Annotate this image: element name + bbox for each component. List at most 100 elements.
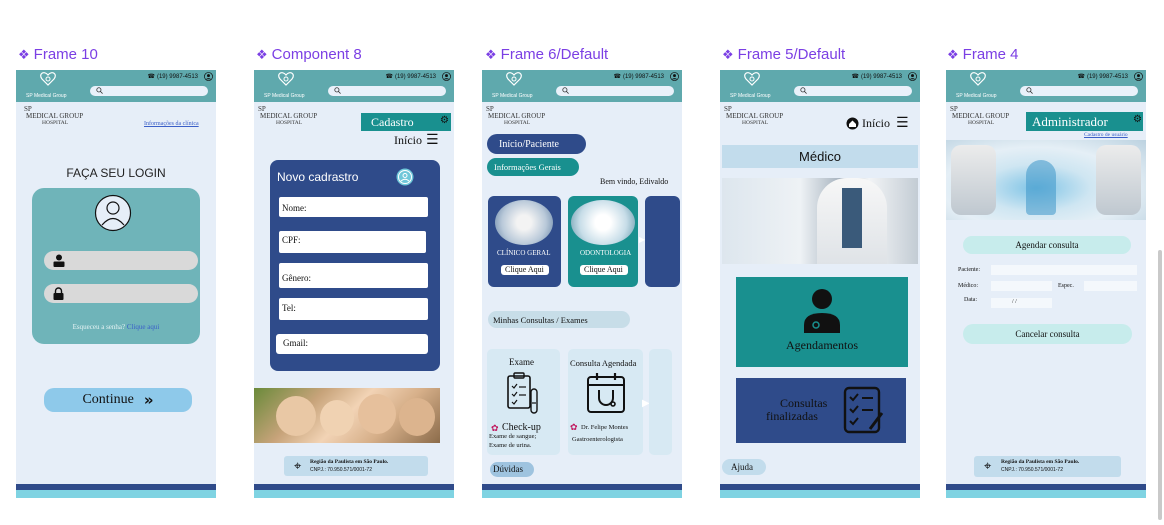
- location-pin-icon: ⌖: [984, 458, 992, 473]
- field-label: Gênero:: [282, 273, 311, 283]
- phone-icon: ☎: [1077, 74, 1085, 80]
- search-input[interactable]: [1020, 86, 1138, 96]
- phone-number: ☎ (19) 9987-4513: [1077, 73, 1128, 81]
- inicio-menu[interactable]: Início ☰: [846, 115, 909, 131]
- button-label: Clique Aqui: [584, 265, 623, 274]
- welcome-text: Bem vindo, Edivaldo: [600, 177, 669, 186]
- date-label: Data:: [964, 297, 977, 303]
- next-card-peek[interactable]: [649, 349, 672, 455]
- frame-label-5: ❖ Frame 5/Default: [722, 46, 845, 63]
- schedule-consultation-button[interactable]: Agendar consulta: [963, 236, 1131, 254]
- frame-label-text: Frame 4: [962, 46, 1019, 63]
- forgot-link[interactable]: Clique aqui: [127, 323, 159, 331]
- person-icon: [53, 254, 65, 267]
- section-title: Minhas Consultas / Exames: [493, 315, 588, 325]
- cpf-field[interactable]: CPF:: [279, 231, 426, 253]
- hamburger-menu-icon[interactable]: ☰: [896, 115, 909, 131]
- help-button[interactable]: Ajuda: [722, 459, 766, 475]
- top-bar: SP Medical Group ☎ (19) 9987-4513: [482, 70, 682, 102]
- field-label: Gmail:: [283, 338, 308, 348]
- medical-logo-icon: [506, 72, 522, 86]
- search-input[interactable]: [556, 86, 674, 96]
- address-footer: ⌖ Região da Paulista em São Paulo. CNPJ.…: [974, 456, 1121, 477]
- brand-name: SP Medical Group: [492, 93, 533, 99]
- username-input[interactable]: [44, 251, 198, 270]
- checklist-icon: [843, 386, 884, 434]
- frame-6-patient-home: SP Medical Group ☎ (19) 9987-4513 SP MEDIC…: [482, 70, 682, 498]
- clinic-info-link[interactable]: Informações da clínica: [144, 121, 199, 127]
- hospital-logo-text: SP MEDICAL GROUP HOSPITAL: [24, 106, 83, 127]
- help-button[interactable]: Dúvidas: [490, 462, 534, 477]
- next-card-peek[interactable]: [645, 196, 680, 287]
- gender-field[interactable]: Gênero:: [279, 263, 428, 288]
- tie-shape: [842, 188, 862, 248]
- inicio-menu[interactable]: Início ☰: [394, 132, 439, 148]
- scheduled-consultation-card[interactable]: Consulta Agendada ✿ Dr. Felipe Montes Ga…: [568, 349, 643, 455]
- gmail-field[interactable]: Gmail:: [276, 334, 428, 354]
- appointments-card[interactable]: Agendamentos: [736, 277, 908, 367]
- register-user-link[interactable]: Cadastro de usuário: [1084, 132, 1128, 138]
- brand-name: SP Medical Group: [730, 93, 771, 99]
- card-label: finalizadas: [766, 409, 818, 423]
- search-input[interactable]: [794, 86, 912, 96]
- hospital-logo-text: SP MEDICAL GROUP HOSPITAL: [486, 106, 545, 127]
- card-title: Exame: [509, 357, 534, 367]
- inicio-label: Início: [862, 115, 890, 130]
- button-label: Informações Gerais: [494, 162, 561, 172]
- gear-user-icon: ⚙: [1133, 114, 1142, 125]
- family-photo: [254, 388, 440, 443]
- page-title-bar: Médico: [722, 145, 918, 168]
- hosp-line: MEDICAL GROUP: [260, 112, 318, 120]
- date-input[interactable]: / /: [991, 298, 1052, 308]
- click-here-button[interactable]: Clique Aqui: [580, 265, 628, 275]
- name-field[interactable]: Nome:: [279, 197, 428, 217]
- specialty-input[interactable]: [1084, 281, 1137, 291]
- patient-input[interactable]: [991, 265, 1137, 275]
- card-title: Consulta Agendada: [570, 358, 637, 368]
- user-icon[interactable]: [670, 72, 679, 81]
- odontologia-card[interactable]: ODONTOLOGIA Clique Aqui: [568, 196, 638, 287]
- phone-text: (19) 9987-4513: [622, 73, 664, 80]
- cancel-consultation-button[interactable]: Cancelar consulta: [963, 324, 1132, 344]
- exam-item: Check-up: [502, 422, 541, 433]
- search-input[interactable]: [328, 86, 446, 96]
- password-input[interactable]: [44, 284, 198, 303]
- search-input[interactable]: [90, 86, 208, 96]
- user-avatar-icon: [94, 194, 132, 232]
- hamburger-menu-icon[interactable]: ☰: [426, 132, 439, 148]
- user-icon[interactable]: [442, 72, 451, 81]
- field-label: Tel:: [282, 303, 296, 313]
- clinico-geral-card[interactable]: CLÍNICO GERAL Clique Aqui: [488, 196, 561, 287]
- cadastro-badge[interactable]: Cadastro ⚙: [361, 113, 451, 131]
- doctor-icon: [804, 289, 840, 333]
- frame-5-doctor: SP Medical Group ☎ (19) 9987-4513 SP MEDIC…: [720, 70, 920, 498]
- continue-button[interactable]: Continue »: [44, 388, 192, 412]
- phone-number: ☎ (19) 9987-4513: [147, 73, 198, 81]
- exam-card[interactable]: Exame ✿ Check-up Exame de sangue; Exame …: [487, 349, 560, 455]
- user-icon[interactable]: [204, 72, 213, 81]
- frame-label-4: ❖ Frame 4: [947, 46, 1019, 63]
- page-title: Médico: [799, 149, 841, 164]
- user-icon[interactable]: [1134, 72, 1143, 81]
- frame-label-text: Component 8: [271, 46, 362, 63]
- search-icon: [562, 87, 569, 94]
- face-shape: [276, 396, 316, 436]
- patient-home-button[interactable]: Início/Paciente: [487, 134, 586, 154]
- frame-label-6: ❖ Frame 6/Default: [485, 46, 608, 63]
- admin-badge[interactable]: Administrador ⚙: [1026, 112, 1143, 131]
- forgot-password: Esqueceu a senha? Clique aqui: [32, 323, 200, 331]
- user-circle-icon: [396, 168, 414, 186]
- user-icon[interactable]: [908, 72, 917, 81]
- frame-label-c8: ❖ Component 8: [256, 46, 362, 63]
- finished-consultations-card[interactable]: Consultas finalizadas: [736, 378, 906, 443]
- doctor-input[interactable]: [991, 281, 1052, 291]
- card-label: Agendamentos: [786, 338, 858, 352]
- clipboard-test-icon: [507, 372, 538, 414]
- frame-label-10: ❖ Frame 10: [18, 46, 98, 63]
- general-info-button[interactable]: Informações Gerais: [487, 158, 579, 176]
- phone-icon: ☎: [147, 74, 155, 80]
- lock-icon: [53, 287, 64, 300]
- click-here-button[interactable]: Clique Aqui: [501, 265, 549, 275]
- canvas-scrollbar[interactable]: [1158, 250, 1162, 520]
- tel-field[interactable]: Tel:: [279, 298, 428, 320]
